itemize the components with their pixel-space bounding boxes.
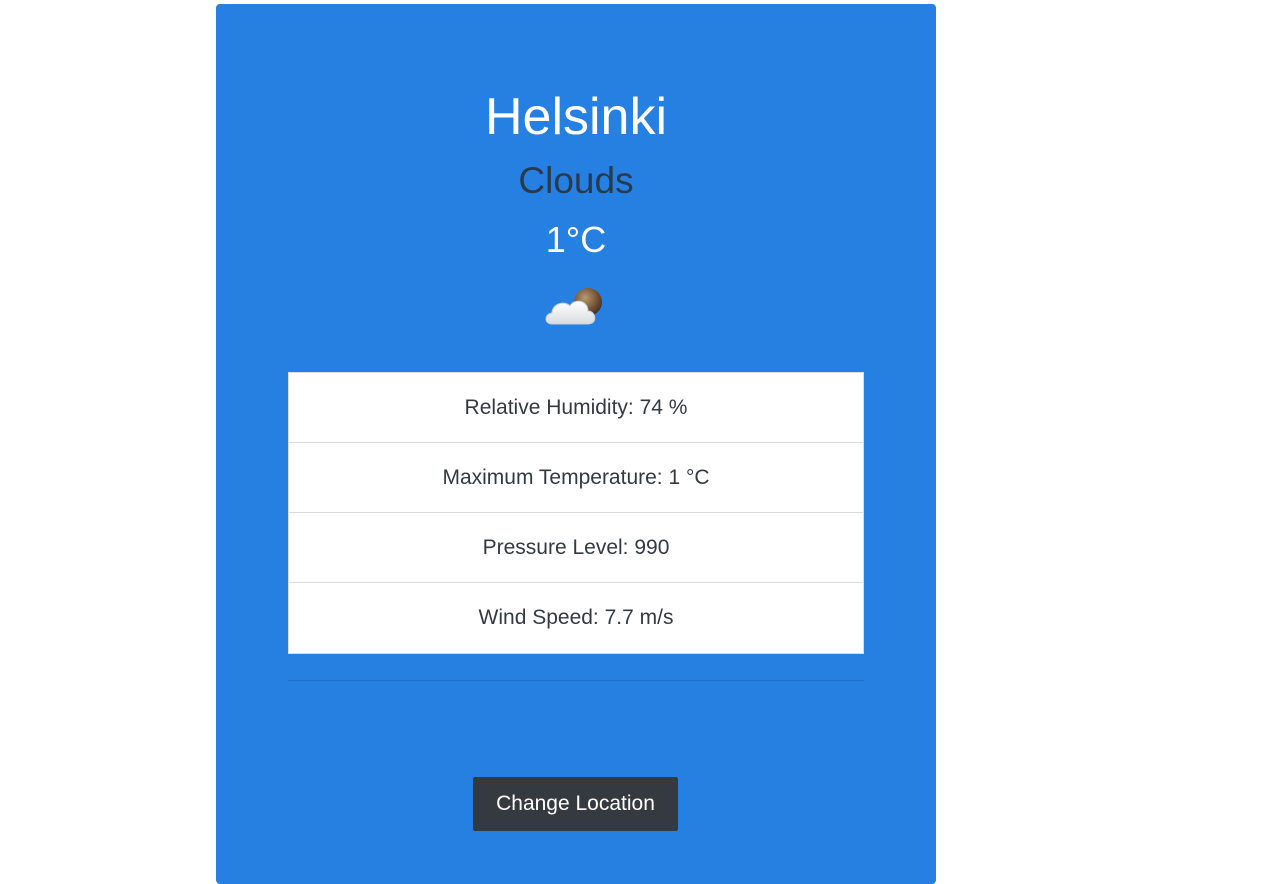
change-location-button[interactable]: Change Location	[473, 777, 678, 831]
weather-condition: Clouds	[518, 160, 634, 201]
cloud-with-moon-icon	[542, 284, 608, 332]
weather-card: Helsinki Clouds 1°C Relative Humidity: 7…	[216, 4, 936, 884]
weather-details-list: Relative Humidity: 74 % Maximum Temperat…	[288, 372, 864, 654]
humidity-row: Relative Humidity: 74 %	[289, 373, 863, 443]
max-temperature-row: Maximum Temperature: 1 °C	[289, 443, 863, 513]
city-name: Helsinki	[484, 88, 668, 146]
divider	[288, 680, 864, 681]
wind-speed-row: Wind Speed: 7.7 m/s	[478, 606, 674, 629]
pressure-row: Pressure Level: 990	[289, 513, 863, 583]
temperature: 1°C	[545, 219, 607, 260]
